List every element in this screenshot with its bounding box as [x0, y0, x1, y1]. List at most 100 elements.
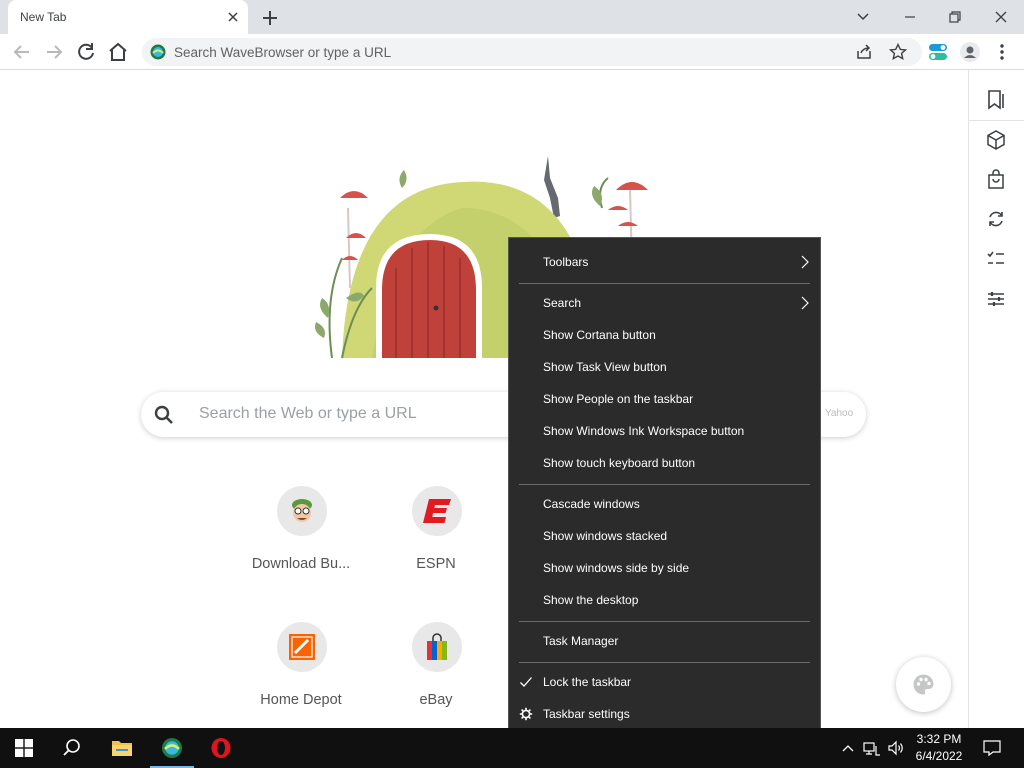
- menu-item-label: Cascade windows: [543, 497, 640, 511]
- minimize-icon[interactable]: [897, 4, 923, 30]
- ntp-search-placeholder: Search the Web or type a URL: [199, 405, 417, 422]
- download-buddy-icon: [292, 499, 312, 522]
- palette-icon: [913, 674, 934, 695]
- search-icon: [63, 739, 80, 756]
- menu-item-label: Taskbar settings: [543, 707, 630, 721]
- back-icon[interactable]: [10, 40, 34, 64]
- tab-new-tab[interactable]: New Tab: [8, 0, 248, 34]
- menu-item-label: Show Windows Ink Workspace button: [543, 424, 745, 438]
- folder-icon: [112, 741, 132, 756]
- forward-icon[interactable]: [42, 40, 66, 64]
- clock-time: 3:32 PM: [916, 732, 962, 746]
- menu-item-label: Show Cortana button: [543, 328, 656, 342]
- bookmark-star-icon[interactable]: [888, 42, 908, 62]
- shortcut-espn[interactable]: ESPN: [376, 486, 496, 586]
- browser-toolbar: Search WaveBrowser or type a URL: [0, 34, 1024, 70]
- tab-strip: New Tab: [0, 0, 1024, 34]
- wavebrowser-logo-icon: [150, 44, 166, 60]
- menu-item-label: Show the desktop: [543, 593, 639, 607]
- taskbar-file-explorer[interactable]: [98, 728, 146, 768]
- shortcut-circle: [277, 486, 327, 536]
- taskbar-clock[interactable]: 3:32 PM 6/4/2022: [904, 731, 974, 765]
- gear-icon: [519, 707, 533, 721]
- shortcut-home-depot[interactable]: Home Depot: [241, 622, 361, 722]
- menu-item-show-ink-workspace[interactable]: Show Windows Ink Workspace button: [509, 417, 820, 445]
- menu-item-windows-stacked[interactable]: Show windows stacked: [509, 522, 820, 550]
- taskbar-opera[interactable]: [197, 728, 245, 768]
- new-tab-plus-icon[interactable]: [258, 6, 282, 30]
- bookmarks-icon[interactable]: [985, 88, 1007, 110]
- windows-logo-icon: [15, 739, 33, 757]
- ebay-icon: [427, 633, 447, 660]
- address-bar[interactable]: Search WaveBrowser or type a URL: [142, 38, 922, 66]
- tab-search-chevron-icon[interactable]: [850, 4, 876, 30]
- search-engine-label: Yahoo: [825, 408, 854, 419]
- menu-item-show-touch-keyboard[interactable]: Show touch keyboard button: [509, 449, 820, 477]
- taskbar-search-button[interactable]: [48, 728, 96, 768]
- menu-separator: [519, 621, 810, 622]
- submenu-arrow-icon: [801, 296, 809, 310]
- wavebrowser-logo-icon: [162, 738, 182, 758]
- menu-item-task-manager[interactable]: Task Manager: [509, 627, 820, 655]
- close-icon[interactable]: [224, 8, 242, 26]
- menu-item-search[interactable]: Search: [509, 289, 820, 317]
- menu-item-label: Show windows side by side: [543, 561, 690, 575]
- profile-avatar-icon[interactable]: [958, 40, 982, 64]
- opera-logo-icon: [211, 738, 231, 758]
- search-icon: [154, 405, 173, 424]
- home-icon[interactable]: [106, 40, 130, 64]
- menu-item-label: Show People on the taskbar: [543, 392, 694, 406]
- clock-date: 6/4/2022: [915, 749, 963, 763]
- menu-item-show-cortana[interactable]: Show Cortana button: [509, 321, 820, 349]
- menu-item-label: Toolbars: [543, 255, 589, 269]
- checkmark-icon: [520, 677, 532, 687]
- window-close-icon[interactable]: [988, 4, 1014, 30]
- reload-icon[interactable]: [74, 40, 98, 64]
- menu-item-show-desktop[interactable]: Show the desktop: [509, 586, 820, 614]
- sidebar-divider: [969, 120, 1024, 121]
- customize-theme-button[interactable]: [896, 657, 951, 712]
- menu-item-show-people[interactable]: Show People on the taskbar: [509, 385, 820, 413]
- menu-item-taskbar-settings[interactable]: Taskbar settings: [509, 700, 820, 728]
- taskbar-wavebrowser[interactable]: [148, 728, 196, 768]
- shortcut-label: eBay: [419, 692, 453, 708]
- tab-title: New Tab: [20, 10, 67, 24]
- menu-separator: [519, 484, 810, 485]
- shortcut-circle: [412, 622, 462, 672]
- checklist-icon[interactable]: [985, 248, 1007, 270]
- shortcut-download-buddy[interactable]: Download Bu...: [241, 486, 361, 586]
- menu-item-label: Lock the taskbar: [543, 675, 632, 689]
- submenu-arrow-icon: [801, 255, 809, 269]
- menu-separator: [519, 662, 810, 663]
- menu-item-show-task-view[interactable]: Show Task View button: [509, 353, 820, 381]
- home-depot-icon: [289, 634, 315, 660]
- menu-item-windows-side-by-side[interactable]: Show windows side by side: [509, 554, 820, 582]
- menu-kebab-icon[interactable]: [990, 40, 1014, 64]
- menu-item-toolbars[interactable]: Toolbars: [509, 248, 820, 276]
- menu-separator: [519, 283, 810, 284]
- menu-item-label: Show touch keyboard button: [543, 456, 696, 470]
- restore-icon[interactable]: [942, 4, 968, 30]
- sync-icon[interactable]: [985, 208, 1007, 230]
- notifications-icon[interactable]: [982, 738, 1002, 758]
- shortcut-label: Download Bu...: [251, 556, 351, 572]
- show-hidden-icons-chevron-icon[interactable]: [838, 738, 858, 758]
- start-button[interactable]: [0, 728, 48, 768]
- menu-item-label: Show windows stacked: [543, 529, 668, 543]
- menu-item-label: Show Task View button: [543, 360, 667, 374]
- network-icon[interactable]: [862, 738, 882, 758]
- volume-icon[interactable]: [886, 738, 906, 758]
- extensions-toggle-icon[interactable]: [926, 40, 950, 64]
- menu-item-label: Task Manager: [543, 634, 619, 648]
- taskbar-context-menu: Toolbars Search Show Cortana button Show…: [508, 237, 821, 738]
- address-placeholder: Search WaveBrowser or type a URL: [174, 45, 392, 60]
- shortcut-ebay[interactable]: eBay: [376, 622, 496, 722]
- sliders-settings-icon[interactable]: [985, 288, 1007, 310]
- espn-icon: [423, 499, 451, 523]
- menu-item-lock-taskbar[interactable]: Lock the taskbar: [509, 668, 820, 696]
- menu-item-cascade-windows[interactable]: Cascade windows: [509, 490, 820, 518]
- share-icon[interactable]: [854, 42, 874, 62]
- package-cube-icon[interactable]: [985, 129, 1007, 151]
- shopping-bag-icon[interactable]: [985, 168, 1007, 190]
- shortcut-label: ESPN: [416, 556, 456, 572]
